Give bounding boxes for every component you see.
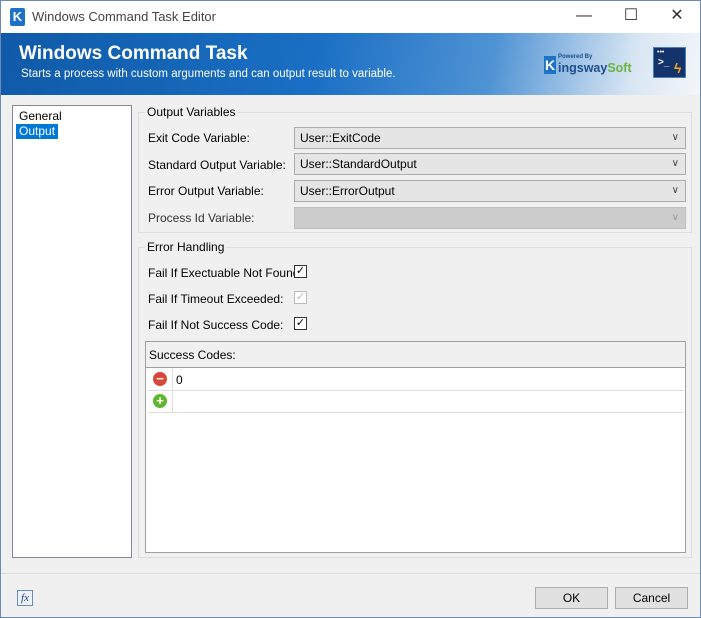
chevron-down-icon: ∨ <box>671 132 679 143</box>
fail-not-found-checkbox[interactable]: ✓ <box>294 265 307 278</box>
grid-header: Success Codes: <box>146 342 685 368</box>
fail-timeout-label: Fail If Timeout Exceeded: <box>148 292 284 306</box>
table-row: − 0 <box>148 369 684 391</box>
window-title: Windows Command Task Editor <box>32 9 216 24</box>
ok-button[interactable]: OK <box>535 587 608 609</box>
page-list[interactable]: General Output <box>12 105 132 558</box>
banner-title: Windows Command Task <box>19 43 248 64</box>
group-legend: Error Handling <box>145 240 227 254</box>
standard-output-label: Standard Output Variable: <box>148 158 286 172</box>
remove-icon[interactable]: − <box>153 372 167 386</box>
banner-subtitle: Starts a process with custom arguments a… <box>21 68 396 80</box>
fail-not-success-label: Fail If Not Success Code: <box>148 318 284 332</box>
process-id-variable-select[interactable]: ∨ <box>294 207 686 229</box>
standard-output-variable-select[interactable]: User::StandardOutput ∨ <box>294 153 686 175</box>
terminal-lightning-icon: ••• >_ ϟ <box>653 47 686 78</box>
fail-not-success-checkbox[interactable]: ✓ <box>294 317 307 330</box>
table-row: + <box>148 391 684 413</box>
process-id-label: Process Id Variable: <box>148 211 255 225</box>
chevron-down-icon: ∨ <box>671 185 679 196</box>
chevron-down-icon: ∨ <box>671 158 679 169</box>
exit-code-label: Exit Code Variable: <box>148 131 250 145</box>
maximize-button[interactable]: ☐ <box>608 1 654 33</box>
success-code-cell[interactable]: 0 <box>176 373 183 387</box>
fail-timeout-checkbox[interactable]: ✓ <box>294 291 307 304</box>
minimize-button[interactable]: — <box>561 1 607 33</box>
sidebar-item-output[interactable]: Output <box>16 124 59 139</box>
add-icon[interactable]: + <box>153 394 167 408</box>
fail-not-found-label: Fail If Exectuable Not Found: <box>148 266 303 280</box>
expression-icon[interactable]: fx <box>17 590 33 606</box>
cancel-button[interactable]: Cancel <box>615 587 688 609</box>
close-button[interactable]: ✕ <box>654 1 700 33</box>
group-legend: Output Variables <box>145 105 238 119</box>
success-codes-grid: Success Codes: − 0 + <box>145 341 686 553</box>
exit-code-variable-select[interactable]: User::ExitCode ∨ <box>294 127 686 149</box>
error-output-label: Error Output Variable: <box>148 184 264 198</box>
chevron-down-icon: ∨ <box>671 212 679 223</box>
sidebar-item-general[interactable]: General <box>16 109 65 124</box>
kingswaysoft-logo: K Powered By ingswaySoft <box>544 54 632 75</box>
footer-divider <box>1 573 700 574</box>
app-icon: K <box>10 8 25 26</box>
error-output-variable-select[interactable]: User::ErrorOutput ∨ <box>294 180 686 202</box>
